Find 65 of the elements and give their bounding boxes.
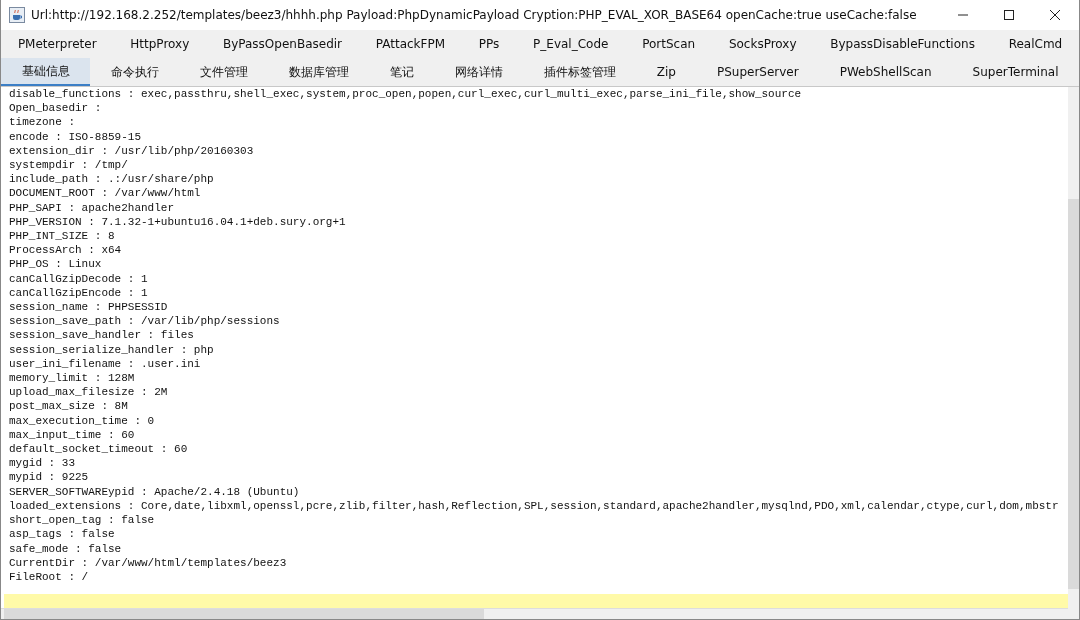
info-line: FileRoot : / bbox=[9, 569, 90, 585]
tab[interactable]: 笔记 bbox=[369, 58, 435, 86]
info-line: session_serialize_handler : php bbox=[9, 342, 215, 357]
tab[interactable]: PPs bbox=[461, 30, 517, 58]
tab[interactable]: PMeterpreter bbox=[1, 30, 114, 58]
info-line: systempdir : /tmp/ bbox=[9, 158, 129, 173]
info-line: extension_dir : /usr/lib/php/20160303 bbox=[9, 143, 255, 158]
info-text-area[interactable] bbox=[1, 87, 1068, 619]
close-icon[interactable] bbox=[1049, 9, 1061, 21]
tab[interactable]: SocksProxy bbox=[712, 30, 814, 58]
info-line: mygid : 33 bbox=[9, 456, 76, 471]
info-line: PHP_VERSION : 7.1.32-1+ubuntu16.04.1+deb.sury.org+1 bbox=[9, 214, 347, 230]
tab[interactable]: PWebShellScan bbox=[819, 58, 953, 86]
info-line: PHP_SAPI : apache2handler bbox=[9, 200, 176, 215]
info-line: short_open_tag : false bbox=[9, 513, 156, 528]
info-line: session_save_path : /var/lib/php/sessions bbox=[9, 314, 281, 329]
tab[interactable]: 基础信息 bbox=[1, 58, 91, 86]
tab[interactable]: ByPassOpenBasedir bbox=[206, 30, 359, 58]
info-line: DOCUMENT_ROOT : /var/www/html bbox=[9, 186, 202, 201]
info-line: max_execution_time : 0 bbox=[9, 413, 156, 428]
info-line: ProcessArch : x64 bbox=[9, 243, 123, 258]
tab[interactable]: 插件标签管理 bbox=[523, 58, 637, 86]
info-line: PHP_INT_SIZE : 8 bbox=[9, 229, 116, 244]
tab[interactable]: 命令执行 bbox=[90, 58, 180, 86]
info-line: CurrentDir : /var/www/html/templates/beez3 bbox=[9, 555, 288, 570]
info-line: max_input_time : 60 bbox=[9, 427, 136, 443]
coffee-cup-icon bbox=[9, 7, 25, 23]
tab[interactable]: SuperTerminal bbox=[952, 58, 1079, 86]
vertical-scrollbar[interactable] bbox=[1068, 87, 1079, 619]
window-title: Url:http://192.168.2.252/templates/beez3/hhhh.php Payload:PhpDynamicPayload Cryption:PHP_EVAL_XOR_BASE64 openCache:true useCache:false bbox=[31, 8, 917, 22]
tab[interactable]: Zip bbox=[636, 58, 697, 86]
scrollbar-thumb[interactable] bbox=[1068, 199, 1079, 589]
tab[interactable]: PortScan bbox=[625, 30, 712, 58]
tab[interactable]: BypassDisableFunctions bbox=[813, 30, 992, 58]
tab[interactable]: 文件管理 bbox=[179, 58, 269, 86]
info-line: safe_mode : false bbox=[9, 541, 123, 556]
maximize-icon[interactable] bbox=[1003, 9, 1015, 21]
info-line: loaded_extensions : Core,date,libxml,openssl,pcre,zlib,filter,hash,Reflection,SPL,session,standard,apache2handler,mysqlnd,PDO,xml,calendar,ctype,curl,dom,mbstr bbox=[9, 498, 1060, 514]
info-line: session_name : PHPSESSID bbox=[9, 300, 169, 315]
info-line: post_max_size : 8M bbox=[9, 399, 129, 414]
info-line: asp_tags : false bbox=[9, 527, 116, 542]
info-line: upload_max_filesize : 2M bbox=[9, 385, 169, 400]
info-line: SERVER_SOFTWAREypid : Apache/2.4.18 (Ubuntu) bbox=[9, 484, 301, 499]
scrollbar-thumb[interactable] bbox=[4, 609, 484, 619]
info-line: PHP_OS : Linux bbox=[9, 257, 103, 272]
tab[interactable]: 网络详情 bbox=[434, 58, 524, 86]
info-line: canCallGzipEncode : 1 bbox=[9, 285, 149, 301]
info-line: memory_limit : 128M bbox=[9, 371, 136, 386]
tab[interactable]: P_Eval_Code bbox=[516, 30, 626, 58]
tab[interactable]: PAttackFPM bbox=[358, 30, 462, 58]
info-line: include_path : .:/usr/share/php bbox=[9, 172, 215, 187]
tab[interactable]: PSuperServer bbox=[696, 58, 820, 86]
info-line: encode : ISO-8859-15 bbox=[9, 129, 143, 144]
tab[interactable]: 数据库管理 bbox=[268, 58, 370, 86]
info-line: canCallGzipDecode : 1 bbox=[9, 271, 149, 286]
info-line: timezone : bbox=[9, 115, 76, 130]
tab[interactable]: RealCmd bbox=[991, 30, 1080, 58]
tab[interactable]: HttpProxy bbox=[113, 30, 207, 58]
horizontal-scrollbar[interactable] bbox=[1, 608, 1068, 619]
info-line: user_ini_filename : .user.ini bbox=[9, 356, 202, 372]
info-line: default_socket_timeout : 60 bbox=[9, 442, 189, 457]
info-line: Open_basedir : bbox=[9, 101, 103, 116]
info-line: disable_functions : exec,passthru,shell_exec,system,proc_open,popen,curl_exec,curl_multi_exec,parse_ini_file,show_source bbox=[9, 87, 803, 102]
info-line: session_save_handler : files bbox=[9, 328, 195, 343]
info-line: mypid : 9225 bbox=[9, 470, 90, 485]
